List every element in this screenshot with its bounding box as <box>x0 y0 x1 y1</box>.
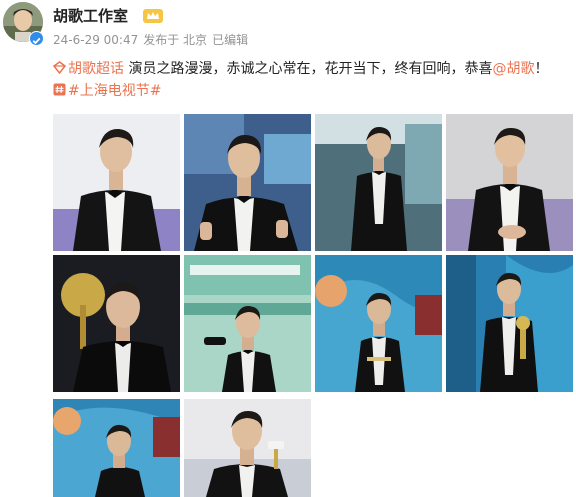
hashtag-icon <box>53 83 66 96</box>
photo-6[interactable] <box>184 255 311 392</box>
photo-3[interactable] <box>315 114 442 251</box>
weibo-post: 胡歌工作室 24-6-29 00:47 发布于 北京 已编辑 胡歌超话 演员之路漫漫… <box>0 0 576 497</box>
post-exclamation: ！ <box>534 61 549 77</box>
post-source: 发布于 北京 <box>143 33 208 47</box>
supertopic-icon <box>53 61 66 74</box>
author-name[interactable]: 胡歌工作室 <box>53 5 128 26</box>
post-body-text: 演员之路漫漫，赤诚之心常在，花开当下，终有回响，恭喜 <box>124 61 493 77</box>
post-edited-label[interactable]: 已编辑 <box>212 33 248 47</box>
supertopic-label: 胡歌超话 <box>68 61 124 77</box>
post-timestamp[interactable]: 24-6-29 00:47 <box>53 33 138 47</box>
photo-1[interactable] <box>53 114 180 251</box>
photo-9[interactable] <box>53 399 180 497</box>
photo-4[interactable] <box>446 114 573 251</box>
photo-5[interactable] <box>53 255 180 392</box>
hashtag-link[interactable]: #上海电视节# <box>53 83 161 99</box>
photo-2[interactable] <box>184 114 311 251</box>
post-meta: 24-6-29 00:47 发布于 北京 已编辑 <box>53 31 253 48</box>
photo-8[interactable] <box>446 255 573 392</box>
photo-10[interactable] <box>184 399 311 497</box>
hashtag-label: #上海电视节# <box>68 83 162 99</box>
mention-link[interactable]: @胡歌 <box>492 61 534 77</box>
supertopic-link[interactable]: 胡歌超话 <box>53 61 124 77</box>
photo-7[interactable] <box>315 255 442 392</box>
hashtag-row: #上海电视节# <box>53 82 161 100</box>
verified-icon <box>29 31 44 46</box>
vip-crown-icon <box>143 8 163 23</box>
post-text: 胡歌超话 演员之路漫漫，赤诚之心常在，花开当下，终有回响，恭喜@胡歌！ <box>53 60 548 78</box>
